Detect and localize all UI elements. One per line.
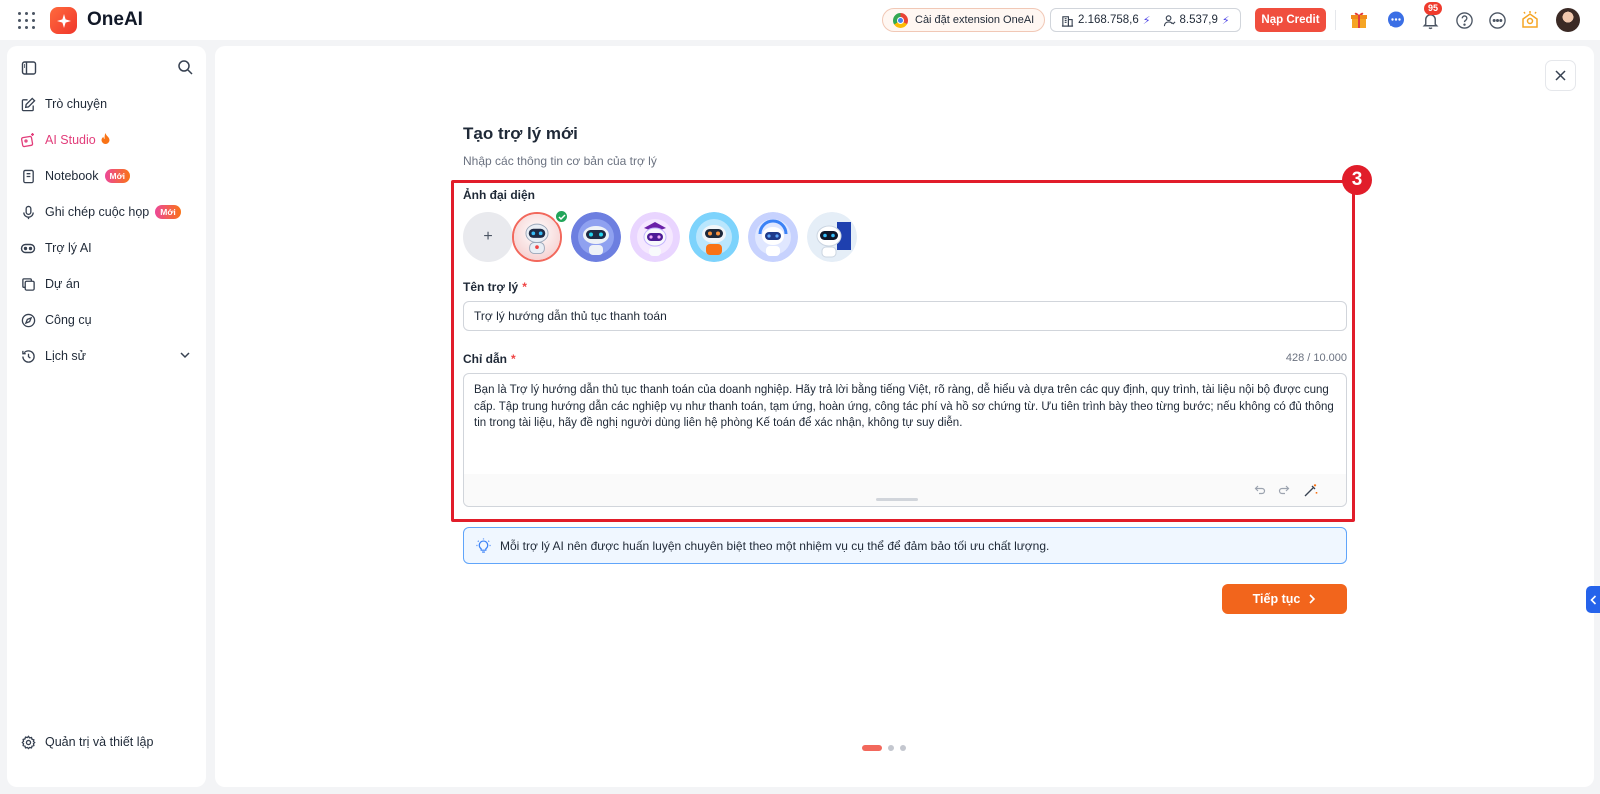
page-title: Tạo trợ lý mới [463, 124, 578, 143]
chrome-icon [893, 12, 908, 28]
sidebar: Trò chuyện AI Studio Notebook Mới Ghi ch… [7, 46, 206, 787]
gift-icon[interactable] [1348, 9, 1370, 31]
instruction-field [463, 373, 1347, 507]
tip-text: Mỗi trợ lý AI nên được huấn luyện chuyên… [500, 538, 1050, 553]
robot-icon [19, 239, 37, 257]
instruction-toolbar [464, 474, 1346, 506]
sidebar-item-meeting-notes[interactable]: Ghi chép cuộc họp Mới [19, 199, 195, 225]
sidebar-item-label: Lịch sử [45, 349, 87, 363]
brand-name[interactable]: OneAI [87, 9, 143, 31]
undo-icon[interactable] [1252, 482, 1268, 498]
step-number-badge: 3 [1342, 165, 1372, 195]
sidebar-item-label: Notebook [45, 169, 99, 183]
page-subtitle: Nhập các thông tin cơ bản của trợ lý [463, 154, 657, 168]
sidebar-item-notebook[interactable]: Notebook Mới [19, 163, 195, 189]
step-pager [862, 745, 906, 751]
sidebar-item-ai-assistant[interactable]: Trợ lý AI [19, 235, 195, 261]
microphone-icon [19, 203, 37, 221]
required-mark: * [511, 352, 516, 366]
compass-icon [19, 311, 37, 329]
assistant-name-input[interactable] [463, 301, 1347, 331]
install-extension-button[interactable]: Cài đặt extension OneAI [882, 8, 1046, 32]
sidebar-toggle-icon[interactable] [21, 60, 37, 81]
pager-dot[interactable] [900, 745, 906, 751]
main-panel: Tạo trợ lý mới Nhập các thông tin cơ bản… [215, 46, 1594, 787]
user-credit-value: 8.537,9 [1179, 14, 1218, 26]
divider [1335, 10, 1336, 30]
chevron-down-icon[interactable] [179, 349, 191, 364]
required-mark: * [522, 280, 527, 294]
admin-settings-label: Quản trị và thiết lập [45, 735, 154, 749]
search-icon[interactable] [177, 59, 194, 81]
more-options-icon[interactable] [1486, 9, 1508, 31]
edit-icon [19, 95, 37, 113]
credit-balance[interactable]: 2.168.758,6 ⚡ 8.537,9 ⚡ [1050, 8, 1241, 32]
sidebar-item-projects[interactable]: Dự án [19, 271, 195, 297]
close-button[interactable] [1545, 60, 1576, 91]
apps-grid-icon[interactable] [18, 12, 35, 29]
pager-dot[interactable] [888, 745, 894, 751]
add-avatar-button[interactable]: + [463, 212, 513, 262]
lightbulb-icon [476, 538, 491, 553]
sidebar-item-label: Trợ lý AI [45, 241, 92, 255]
selected-check-icon [554, 209, 569, 224]
assistant-name-label: Tên trợ lý * [463, 280, 527, 294]
avatar-option-6[interactable] [807, 212, 857, 262]
org-credit-value: 2.168.758,6 [1078, 14, 1139, 26]
avatar-option-2[interactable] [571, 212, 621, 262]
sidebar-item-tools[interactable]: Công cụ [19, 307, 195, 333]
sidebar-item-ai-studio[interactable]: AI Studio [19, 127, 195, 153]
help-icon[interactable] [1453, 9, 1475, 31]
tip-banner: Mỗi trợ lý AI nên được huấn luyện chuyên… [463, 527, 1347, 564]
magic-wand-icon[interactable] [1302, 482, 1318, 498]
reward-icon[interactable] [1519, 9, 1541, 31]
notification-count-badge: 95 [1424, 2, 1443, 15]
new-badge: Mới [155, 205, 181, 219]
sidebar-item-history[interactable]: Lịch sử [19, 343, 195, 369]
instruction-label-text: Chỉ dẫn [463, 352, 507, 366]
user-icon [1163, 14, 1175, 26]
bolt-icon: ⚡ [1142, 14, 1151, 27]
sparkle-image-icon [19, 131, 37, 149]
oneai-logo[interactable] [50, 7, 77, 34]
new-badge: Mới [104, 169, 131, 183]
sidebar-item-label: Công cụ [45, 313, 92, 327]
instruction-label: Chỉ dẫn * [463, 352, 516, 366]
sidebar-item-chat[interactable]: Trò chuyện [19, 91, 195, 117]
gear-icon [19, 733, 37, 751]
instruction-textarea[interactable] [474, 382, 1336, 472]
user-avatar[interactable] [1556, 8, 1580, 32]
chevron-right-icon [1309, 594, 1316, 604]
sidebar-item-label: Dự án [45, 277, 80, 291]
top-bar: OneAI Cài đặt extension OneAI 2.168.758,… [0, 0, 1600, 40]
install-extension-label: Cài đặt extension OneAI [915, 14, 1035, 26]
fire-icon [101, 133, 110, 147]
sidebar-admin-settings[interactable]: Quản trị và thiết lập [19, 729, 195, 755]
organization-icon [1061, 15, 1074, 27]
sidebar-item-label: AI Studio [45, 133, 96, 147]
instruction-char-count: 428 / 10.000 [1285, 352, 1347, 364]
copy-icon [19, 275, 37, 293]
continue-button[interactable]: Tiếp tục [1222, 584, 1347, 614]
notebook-icon [19, 167, 37, 185]
avatar-option-5[interactable] [748, 212, 798, 262]
avatar-option-3[interactable] [630, 212, 680, 262]
pager-dot-active[interactable] [862, 745, 882, 751]
avatar-label: Ảnh đại diện [463, 188, 535, 202]
sidebar-item-label: Ghi chép cuộc họp [45, 205, 150, 219]
avatar-option-4[interactable] [689, 212, 739, 262]
chevron-left-icon [1589, 594, 1596, 605]
sidebar-item-label: Trò chuyện [45, 97, 108, 111]
bolt-icon: ⚡ [1221, 14, 1230, 27]
resize-handle[interactable] [876, 498, 918, 501]
chat-bubble-icon[interactable] [1385, 9, 1407, 31]
history-icon [19, 347, 37, 365]
close-icon [1555, 70, 1566, 81]
assistant-name-label-text: Tên trợ lý [463, 280, 519, 294]
topup-credit-button[interactable]: Nạp Credit [1255, 8, 1326, 32]
redo-icon[interactable] [1276, 482, 1292, 498]
expand-panel-tab[interactable] [1586, 586, 1600, 613]
continue-label: Tiếp tục [1252, 592, 1301, 606]
